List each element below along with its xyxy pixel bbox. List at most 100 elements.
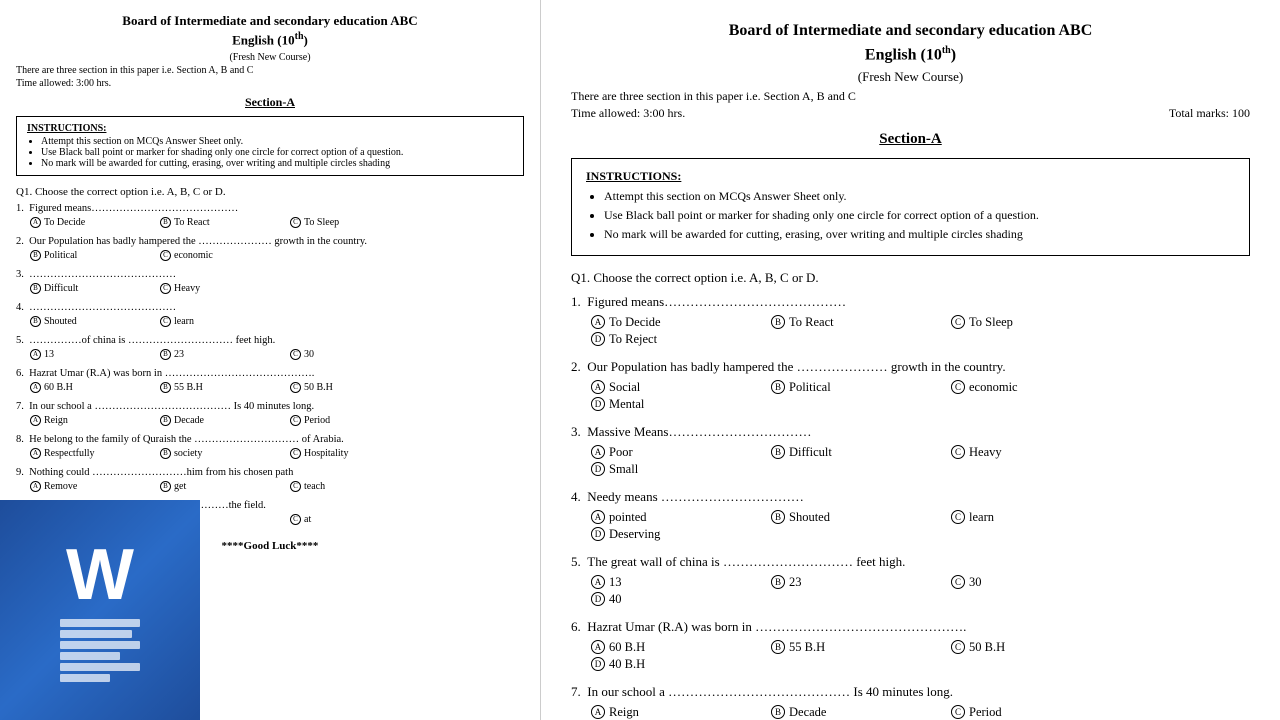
instruction-item-1: Attempt this section on MCQs Answer Shee…: [604, 188, 1235, 205]
left-inst-item-1: Attempt this section on MCQs Answer Shee…: [41, 136, 513, 147]
q3-opt-a: APoor: [591, 445, 771, 460]
q2-opt-d: DMental: [591, 397, 771, 412]
word-line-5: [60, 663, 140, 671]
left-q2-text: 2. Our Population has badly hampered the…: [16, 236, 524, 247]
q1-opt-c: CTo Sleep: [951, 315, 1131, 330]
left-inst-header: INSTRUCTIONS:: [27, 123, 513, 134]
q2-opt-b: BPolitical: [771, 380, 951, 395]
left-q1-opt-a: ATo Decide: [30, 217, 160, 228]
word-line-2: [60, 630, 132, 638]
left-q7-opt-c: CPeriod: [290, 415, 420, 426]
left-inst-item-2: Use Black ball point or marker for shadi…: [41, 147, 513, 158]
left-inst-item-3: No mark will be awarded for cutting, era…: [41, 158, 513, 169]
left-info-time: Time allowed: 3:00 hrs.: [16, 78, 524, 89]
q7-opt-c: CPeriod: [951, 705, 1131, 720]
left-q8-opt-c: CHospitality: [290, 448, 420, 459]
q3-opt-c: CHeavy: [951, 445, 1131, 460]
q6-opt-a: A60 B.H: [591, 640, 771, 655]
left-q8-opt-a: ARespectfully: [30, 448, 160, 459]
left-q1-text: 1. Figured means……………………………………: [16, 203, 524, 214]
word-logo: W: [60, 539, 140, 682]
question-4: 4. Needy means …………………………… Apointed BSho…: [571, 489, 1250, 544]
left-title-line1: Board of Intermediate and secondary educ…: [16, 12, 524, 30]
instruction-item-2: Use Black ball point or marker for shadi…: [604, 207, 1235, 224]
left-q5-opt-c: C30: [290, 349, 420, 360]
left-section-a: Section-A: [16, 95, 524, 110]
doc-info-time-row: Time allowed: 3:00 hrs. Total marks: 100: [571, 106, 1250, 121]
q6-opt-b: B55 B.H: [771, 640, 951, 655]
left-q7-opt-b: BDecade: [160, 415, 290, 426]
left-q9-opt-a: ARemove: [30, 481, 160, 492]
right-panel: Board of Intermediate and secondary educ…: [540, 0, 1280, 720]
left-q8-opt-b: Bsociety: [160, 448, 290, 459]
left-q9-opt-b: Bget: [160, 481, 290, 492]
q5-opt-b: B23: [771, 575, 951, 590]
word-line-1: [60, 619, 140, 627]
left-q2-opt-b: BPolitical: [30, 250, 160, 261]
left-q1-header: Q1. Choose the correct option i.e. A, B,…: [16, 186, 524, 198]
q3-text: 3. Massive Means……………………………: [571, 424, 1250, 440]
q1-header: Q1. Choose the correct option i.e. A, B,…: [571, 270, 1250, 286]
left-q9-text: 9. Nothing could ………………………him from his c…: [16, 467, 524, 478]
q7-opt-b: BDecade: [771, 705, 951, 720]
questions-list: 1. Figured means…………………………………… ATo Decid…: [571, 294, 1250, 720]
left-q4-text: 4. ……………………………………: [16, 302, 524, 313]
word-w-letter: W: [66, 539, 134, 611]
doc-info-time: Time allowed: 3:00 hrs.: [571, 106, 685, 121]
q5-opt-d: D40: [591, 592, 771, 607]
q2-text: 2. Our Population has badly hampered the…: [571, 359, 1250, 375]
instruction-item-3: No mark will be awarded for cutting, era…: [604, 226, 1235, 243]
q6-text: 6. Hazrat Umar (R.A) was born in ……………………: [571, 619, 1250, 635]
q3-opt-d: DSmall: [591, 462, 771, 477]
left-question-3: 3. …………………………………… BDifficult CHeavy: [16, 269, 524, 295]
word-line-3: [60, 641, 140, 649]
left-question-2: 2. Our Population has badly hampered the…: [16, 236, 524, 262]
word-logo-overlay: W: [0, 500, 200, 720]
left-q5-opt-b: B23: [160, 349, 290, 360]
left-subtitle: (Fresh New Course): [16, 52, 524, 63]
left-q6-opt-b: B55 B.H: [160, 382, 290, 393]
left-instructions-box: INSTRUCTIONS: Attempt this section on MC…: [16, 116, 524, 176]
left-q7-opt-a: AReign: [30, 415, 160, 426]
word-line-6: [60, 674, 110, 682]
q1-opt-d: DTo Reject: [591, 332, 771, 347]
left-question-6: 6. Hazrat Umar (R.A) was born in ……………………: [16, 368, 524, 394]
doc-title-line1: Board of Intermediate and secondary educ…: [571, 20, 1250, 42]
left-q3-opt-c: CHeavy: [160, 283, 290, 294]
left-q6-text: 6. Hazrat Umar (R.A) was born in ……………………: [16, 368, 524, 379]
left-q6-opt-a: A60 B.H: [30, 382, 160, 393]
left-q7-text: 7. In our school a ………………………………… Is 40 m…: [16, 401, 524, 412]
left-q1-opt-b: BTo React: [160, 217, 290, 228]
q6-opt-c: C50 B.H: [951, 640, 1131, 655]
doc-info-total: Total marks: 100: [1169, 106, 1250, 121]
q2-opt-c: Ceconomic: [951, 380, 1131, 395]
doc-subtitle: (Fresh New Course): [571, 69, 1250, 85]
q7-text: 7. In our school a …………………………………… Is 40 …: [571, 684, 1250, 700]
left-document-content: Board of Intermediate and secondary educ…: [0, 0, 540, 564]
instructions-header: INSTRUCTIONS:: [586, 169, 1235, 184]
word-line-4: [60, 652, 120, 660]
q4-text: 4. Needy means ……………………………: [571, 489, 1250, 505]
q3-opt-b: BDifficult: [771, 445, 951, 460]
q5-opt-c: C30: [951, 575, 1131, 590]
q2-opt-a: ASocial: [591, 380, 771, 395]
left-q3-opt-b: BDifficult: [30, 283, 160, 294]
instructions-box: INSTRUCTIONS: Attempt this section on MC…: [571, 158, 1250, 255]
question-6: 6. Hazrat Umar (R.A) was born in ……………………: [571, 619, 1250, 674]
doc-title-line2: English (10th): [571, 44, 1250, 67]
q5-text: 5. The great wall of china is ……………………………: [571, 554, 1250, 570]
left-question-7: 7. In our school a ………………………………… Is 40 m…: [16, 401, 524, 427]
question-1: 1. Figured means…………………………………… ATo Decid…: [571, 294, 1250, 349]
left-panel: Board of Intermediate and secondary educ…: [0, 0, 540, 720]
left-title-line2: English (10th): [16, 30, 524, 50]
q7-opt-a: AReign: [591, 705, 771, 720]
left-q8-text: 8. He belong to the family of Quraish th…: [16, 434, 524, 445]
section-a-title: Section-A: [571, 131, 1250, 148]
left-question-8: 8. He belong to the family of Quraish th…: [16, 434, 524, 460]
left-q6-opt-c: C50 B.H: [290, 382, 420, 393]
question-5: 5. The great wall of china is ……………………………: [571, 554, 1250, 609]
left-q10-opt-c: Cat: [290, 514, 420, 525]
left-q9-opt-c: Cteach: [290, 481, 420, 492]
left-question-1: 1. Figured means…………………………………… ATo Decid…: [16, 203, 524, 229]
left-q5-opt-a: A13: [30, 349, 160, 360]
